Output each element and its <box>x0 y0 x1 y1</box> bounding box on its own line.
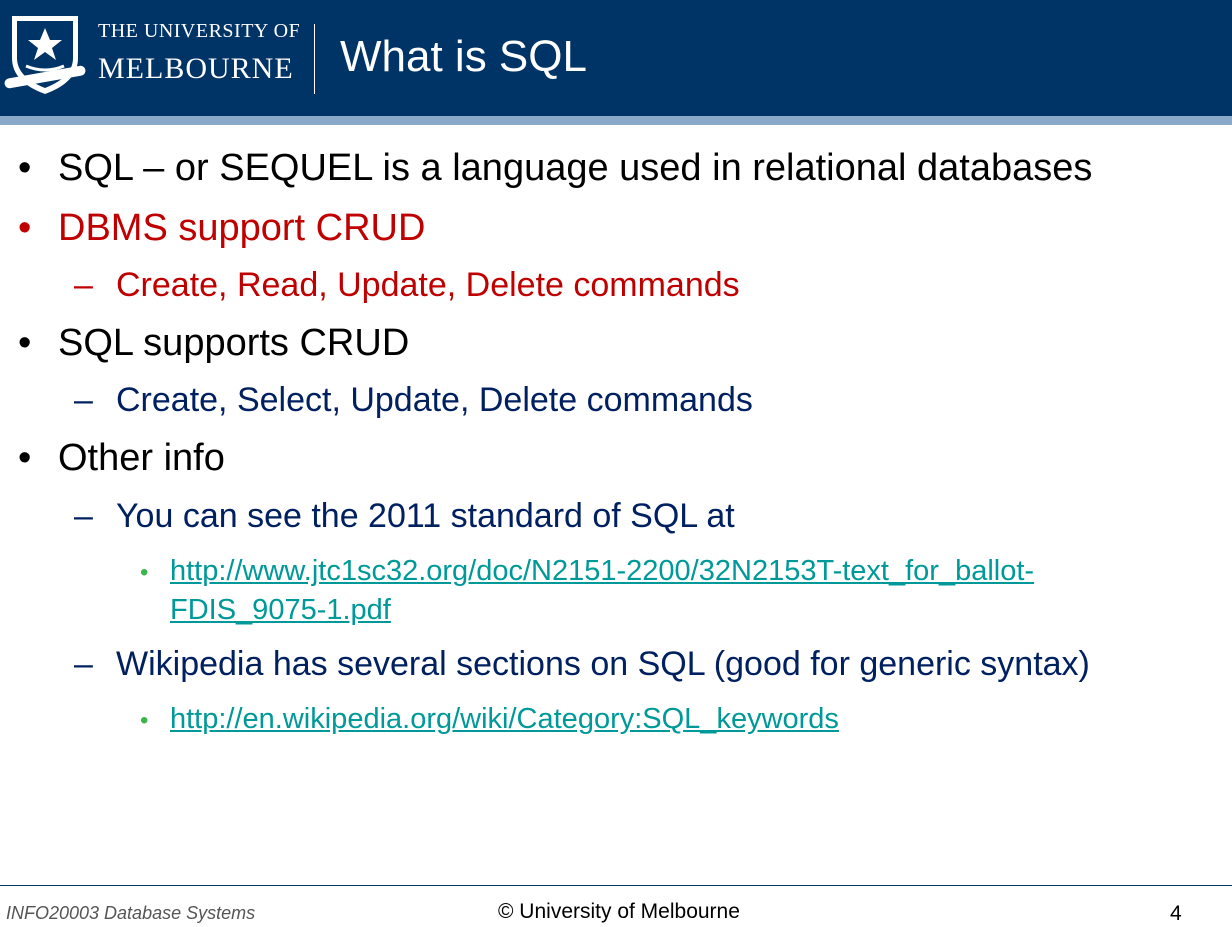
link-item: • http://en.wikipedia.org/wiki/Category:… <box>140 703 839 736</box>
sub-bullet-text: Create, Read, Update, Delete commands <box>116 266 740 304</box>
copyright: © University of Melbourne <box>498 900 740 923</box>
sub-bullet-text: You can see the 2011 standard of SQL at <box>116 497 735 535</box>
footer-rule <box>0 885 1232 886</box>
dash-marker: – <box>74 497 93 535</box>
bullet-item: • SQL – or SEQUEL is a language used in … <box>18 147 1092 190</box>
logo-divider <box>314 24 315 94</box>
page-number: 4 <box>1170 902 1182 925</box>
link-item-continuation: FDIS_9075-1.pdf <box>170 594 391 627</box>
link-bullet-marker: • <box>140 707 149 734</box>
logo-line-1: THE UNIVERSITY OF <box>98 20 301 42</box>
link-item: • http://www.jtc1sc32.org/doc/N2151-2200… <box>140 555 1034 588</box>
dash-marker: – <box>74 381 93 419</box>
bullet-marker: • <box>18 207 32 249</box>
bullet-text: Other info <box>58 437 225 479</box>
bullet-marker: • <box>18 322 32 364</box>
slide-title: What is SQL <box>340 32 587 81</box>
sub-bullet-text: Create, Select, Update, Delete commands <box>116 381 753 419</box>
sub-bullet-item: – Create, Read, Update, Delete commands <box>74 266 740 305</box>
sub-bullet-text: Wikipedia has several sections on SQL (g… <box>116 645 1090 683</box>
dash-marker: – <box>74 266 93 304</box>
dash-marker: – <box>74 645 93 683</box>
course-name: INFO20003 Database Systems <box>6 903 256 923</box>
slide-header: THE UNIVERSITY OF MELBOURNE What is SQL <box>0 0 1232 116</box>
bullet-text: DBMS support CRUD <box>58 207 426 249</box>
bullet-item: • DBMS support CRUD <box>18 207 425 250</box>
bullet-text: SQL supports CRUD <box>58 322 410 364</box>
wikipedia-link[interactable]: http://en.wikipedia.org/wiki/Category:SQ… <box>170 703 839 736</box>
logo-line-2: MELBOURNE <box>98 52 294 85</box>
header-accent-strip <box>0 116 1232 125</box>
jtc1sc32-link-continuation[interactable]: FDIS_9075-1.pdf <box>170 594 391 627</box>
bullet-item: • SQL supports CRUD <box>18 322 409 365</box>
bullet-marker: • <box>18 437 32 479</box>
jtc1sc32-link[interactable]: http://www.jtc1sc32.org/doc/N2151-2200/3… <box>170 555 1034 588</box>
sub-bullet-item: – You can see the 2011 standard of SQL a… <box>74 497 735 536</box>
sub-bullet-item: – Create, Select, Update, Delete command… <box>74 381 753 420</box>
bullet-marker: • <box>18 147 32 189</box>
bullet-text: SQL – or SEQUEL is a language used in re… <box>58 147 1093 189</box>
sub-bullet-item: – Wikipedia has several sections on SQL … <box>74 645 1090 684</box>
link-bullet-marker: • <box>140 559 149 586</box>
university-crest-icon <box>4 16 86 94</box>
bullet-item: • Other info <box>18 437 225 480</box>
